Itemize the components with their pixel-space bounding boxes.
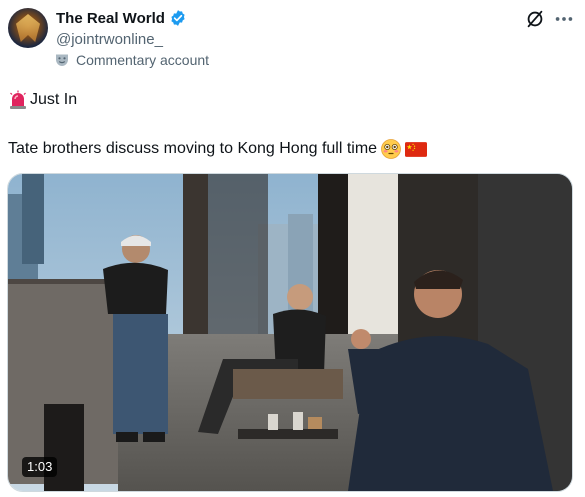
verified-badge-icon	[171, 10, 185, 26]
grok-icon[interactable]	[524, 8, 546, 30]
handle[interactable]: @jointrwonline_	[56, 31, 163, 48]
just-in-text: Just In	[30, 91, 78, 108]
video-duration-badge: 1:03	[22, 457, 58, 477]
tweet-text-line-2: Tate brothers discuss moving to Kong Hon…	[8, 138, 428, 160]
video-thumbnail	[8, 174, 572, 491]
video-player[interactable]	[7, 173, 573, 492]
mask-icon	[56, 54, 68, 66]
tweet-body-text: Tate brothers discuss moving to Kong Hon…	[8, 140, 378, 157]
flushed-face-emoji-icon	[381, 139, 401, 159]
tweet-text-line-1: Just In	[8, 90, 77, 110]
more-dots-icon[interactable]	[553, 8, 575, 30]
display-name[interactable]: The Real World	[56, 10, 165, 27]
china-flag-emoji-icon	[405, 141, 428, 157]
account-label-text: Commentary account	[76, 52, 210, 68]
author-row: The Real World	[56, 9, 187, 27]
siren-emoji-icon	[10, 90, 26, 109]
avatar[interactable]	[8, 8, 48, 48]
account-label[interactable]: Commentary account	[54, 52, 209, 68]
